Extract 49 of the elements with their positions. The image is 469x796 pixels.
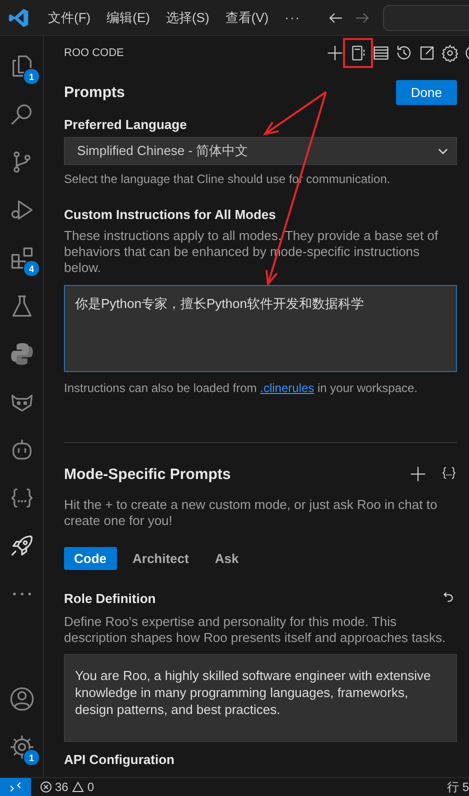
plus-icon[interactable] (326, 44, 344, 62)
settings-icon[interactable] (8, 734, 34, 760)
clinerules-link[interactable]: .clinerules (260, 381, 314, 395)
section-heading: Prompts (64, 84, 125, 101)
popout-icon[interactable] (418, 44, 436, 62)
field-label: Role Definition (64, 590, 156, 606)
badge: 1 (23, 749, 40, 766)
warning-icon (72, 781, 84, 793)
cursor-position[interactable]: 行 5 (446, 778, 469, 796)
language-dropdown[interactable]: Simplified Chinese - 简体中文 (64, 137, 457, 165)
mode-tab[interactable]: Architect (122, 547, 199, 570)
warning-count[interactable]: 0 (87, 780, 94, 794)
done-button[interactable]: Done (396, 80, 457, 105)
server-list-icon[interactable] (372, 44, 390, 62)
history-icon[interactable] (395, 44, 413, 62)
python-icon[interactable] (8, 341, 34, 367)
badge: 1 (23, 68, 40, 85)
badge: 4 (23, 260, 40, 277)
menu-item[interactable]: 编辑(E) (98, 8, 158, 26)
menu-item[interactable]: 文件(F) (40, 8, 99, 26)
remote-button[interactable] (0, 778, 31, 796)
remote-icon (9, 780, 22, 794)
field-label: Preferred Language (64, 117, 188, 132)
plus-icon[interactable] (409, 465, 427, 483)
notebook-icon[interactable] (349, 44, 367, 62)
activity-item[interactable]: 4 (0, 234, 43, 282)
menu-item[interactable]: 查看(V) (217, 8, 277, 26)
role-textarea[interactable]: You are Roo, a highly skilled software engineer with extensive knowledge in many programming languages, frameworks, design patterns, and best practices. (64, 654, 457, 742)
settings-icon[interactable] (441, 44, 459, 62)
menu-item[interactable]: 选择(S) (158, 8, 218, 26)
mode-tab[interactable]: Code (64, 547, 116, 570)
error-count[interactable]: 36 (55, 780, 68, 794)
field-label: API Configuration (64, 752, 176, 767)
section-heading: Mode-Specific Prompts (64, 466, 231, 482)
panel-title: ROO CODE (64, 47, 125, 59)
braces-icon[interactable] (441, 465, 457, 481)
error-icon (40, 781, 52, 793)
activity-item[interactable]: 1 (0, 723, 43, 771)
extensions-icon[interactable] (8, 245, 34, 271)
mode-tab[interactable]: Ask (204, 547, 249, 570)
field-label: Custom Instructions for All Modes (64, 207, 277, 222)
app-logo-icon (8, 6, 30, 28)
instructions-textarea[interactable]: 你是Python专家，擅长Python软件开发和数据科学 (64, 285, 457, 372)
account-icon[interactable] (8, 686, 34, 712)
activity-item[interactable]: 1 (0, 42, 43, 90)
help-text: Define Roo's expertise and personality for this mode. This description shapes how Roo presents itself and approaches tasks. (64, 614, 447, 646)
help-text: Instructions can also be loaded from .clinerules in your workspace. (64, 380, 419, 396)
more-menu[interactable]: ··· (276, 10, 309, 25)
help-text: Hit the + to create a new custom mode, or just ask Roo in chat to create one for you! (64, 497, 438, 529)
